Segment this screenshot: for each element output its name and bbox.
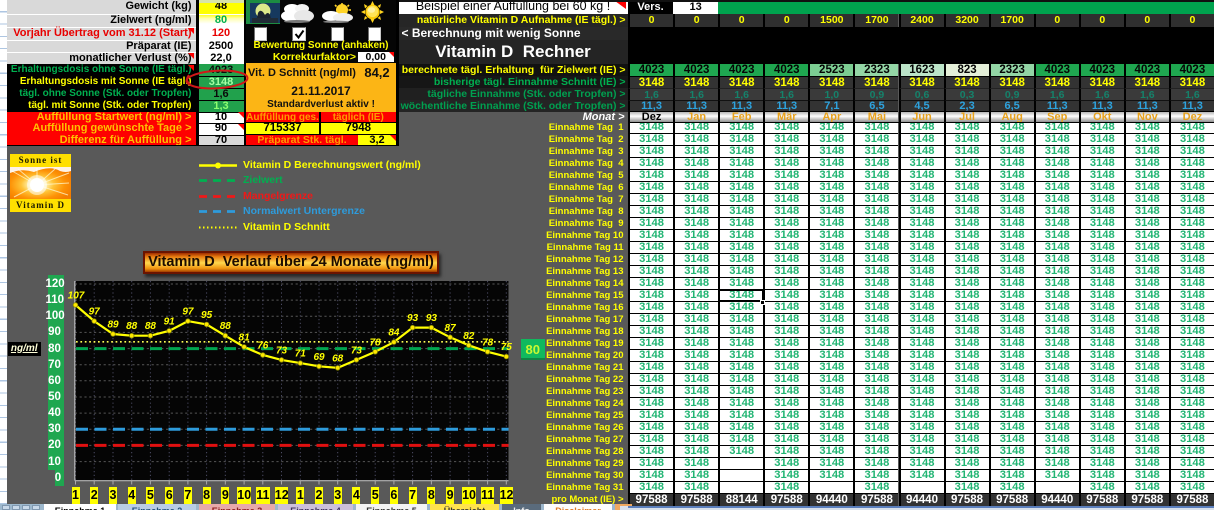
svg-text:89: 89 xyxy=(107,320,119,331)
svg-text:93: 93 xyxy=(426,313,438,324)
svg-text:93: 93 xyxy=(407,313,419,324)
svg-text:91: 91 xyxy=(164,316,176,327)
svg-text:82: 82 xyxy=(463,331,475,342)
svg-text:71: 71 xyxy=(295,349,307,360)
svg-text:76: 76 xyxy=(257,341,269,352)
svg-text:84: 84 xyxy=(388,328,400,339)
svg-text:78: 78 xyxy=(482,337,494,348)
svg-text:69: 69 xyxy=(313,352,325,363)
svg-text:97: 97 xyxy=(182,307,194,318)
svg-text:95: 95 xyxy=(201,310,213,321)
svg-text:88: 88 xyxy=(145,321,157,332)
svg-text:68: 68 xyxy=(332,353,344,364)
svg-text:75: 75 xyxy=(501,342,513,353)
svg-text:88: 88 xyxy=(220,321,232,332)
svg-text:73: 73 xyxy=(276,345,288,356)
svg-text:107: 107 xyxy=(68,291,85,302)
svg-text:73: 73 xyxy=(351,345,363,356)
svg-text:88: 88 xyxy=(126,321,138,332)
svg-text:81: 81 xyxy=(239,332,251,343)
svg-text:97: 97 xyxy=(89,307,101,318)
svg-text:78: 78 xyxy=(370,337,382,348)
svg-text:87: 87 xyxy=(445,323,457,334)
